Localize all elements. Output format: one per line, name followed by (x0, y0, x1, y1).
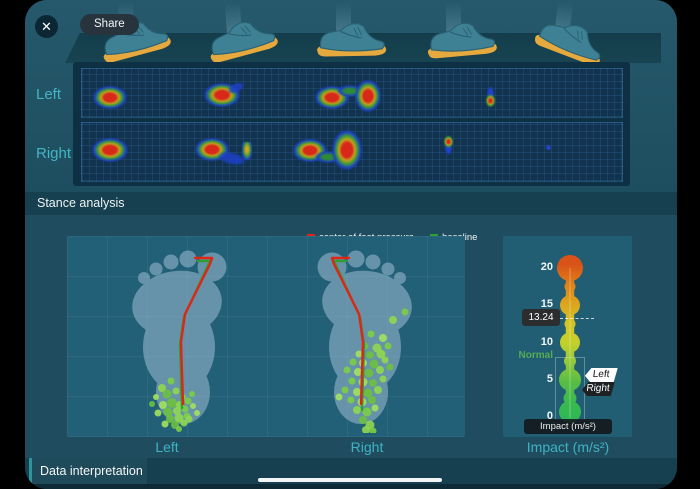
running-shoe-icon (311, 16, 389, 62)
right-foot-silhouette (318, 251, 417, 425)
right-foot-axis-label: Right (307, 439, 427, 455)
baseline-dot (380, 376, 387, 383)
impact-unit-badge: Impact (m/s²) (524, 419, 612, 434)
baseline-dot (374, 386, 382, 394)
pressure-heatmap-container (73, 62, 630, 186)
baseline-dot (366, 351, 374, 359)
baseline-dot (336, 394, 343, 401)
heatmap-left-label: Left (36, 86, 72, 103)
baseline-dot (190, 403, 196, 409)
normal-range-box (555, 357, 585, 420)
baseline-dot (363, 408, 372, 417)
baseline-dot (350, 359, 357, 366)
baseline-dot (389, 316, 397, 324)
baseline-dot (370, 360, 379, 369)
stance-analysis-header: Stance analysis (25, 192, 677, 215)
left-foot-axis-label: Left (107, 439, 227, 455)
baseline-dot (369, 379, 377, 387)
baseline-dot (342, 387, 349, 394)
baseline-dot (186, 416, 193, 423)
data-interpretation-label: Data interpretation (40, 464, 143, 478)
value-dashed-line (560, 318, 594, 319)
baseline-dot (185, 398, 192, 405)
baseline-dot (365, 369, 374, 378)
baseline-dot (159, 401, 167, 409)
baseline-dot (387, 364, 394, 371)
baseline-dot (385, 343, 392, 350)
impact-gauge-panel: 20151050 Normal 13.24 Left Right Impact … (503, 236, 632, 437)
pressure-blob (242, 142, 252, 160)
tab-accent-bar (29, 458, 32, 484)
baseline-dot (173, 388, 180, 395)
baseline-dot (189, 391, 195, 397)
heatmap-right-label: Right (36, 145, 72, 162)
gait-hero-section: ✕ Share Left Right (25, 0, 677, 192)
pressure-blob (355, 80, 381, 112)
baseline-dot (194, 410, 200, 416)
close-button[interactable]: ✕ (35, 15, 58, 38)
share-button[interactable]: Share (80, 14, 139, 35)
baseline-dot (167, 398, 177, 408)
baseline-dot (348, 397, 355, 404)
baseline-dot (382, 357, 389, 364)
baseline-dot (349, 378, 356, 385)
baseline-dot (149, 401, 155, 407)
pressure-blob (485, 82, 496, 108)
baseline-dot (153, 394, 159, 400)
baseline-dot (176, 426, 182, 432)
baseline-dot (164, 408, 173, 417)
right-foot-diagram (295, 241, 445, 433)
bottom-edge (25, 484, 677, 489)
pressure-blob (92, 138, 128, 162)
stance-analysis-section: center of foot pressure baseline (25, 215, 677, 458)
baseline-dot (168, 378, 175, 385)
left-foot-silhouette (128, 251, 227, 425)
baseline-dot (344, 367, 351, 374)
baseline-dot (379, 334, 387, 342)
left-foot-diagram (99, 241, 249, 433)
stance-analysis-title: Stance analysis (37, 196, 125, 210)
horizontal-scrollbar[interactable] (258, 478, 442, 482)
data-interpretation-tab[interactable]: Data interpretation (29, 458, 147, 484)
baseline-dot (368, 396, 376, 404)
baseline-dot (155, 410, 162, 417)
baseline-dot (163, 390, 172, 399)
baseline-dot (353, 406, 361, 414)
baseline-dot (368, 331, 375, 338)
baseline-dot (162, 421, 169, 428)
baseline-dot (372, 405, 379, 412)
gauge-tick-label: 10 (521, 336, 553, 348)
impact-axis-label: Impact (m/s²) (508, 439, 628, 455)
pressure-blob (332, 130, 362, 170)
gauge-tick-label: 20 (521, 261, 553, 273)
app-window: ✕ Share Left Right Stance analysis cente… (25, 0, 677, 489)
running-shoe-icon (419, 13, 500, 64)
baseline-dot (353, 388, 361, 396)
baseline-dot (376, 366, 384, 374)
gauge-tick-label: 5 (521, 373, 553, 385)
pressure-blob (93, 86, 127, 109)
pressure-blob (546, 145, 551, 150)
foot-pressure-panel (67, 236, 465, 437)
normal-label: Normal (515, 350, 553, 361)
baseline-dot (402, 309, 409, 316)
baseline-dot (359, 416, 367, 424)
impact-value-badge: 13.24 (522, 309, 560, 326)
pressure-blob (443, 135, 454, 159)
